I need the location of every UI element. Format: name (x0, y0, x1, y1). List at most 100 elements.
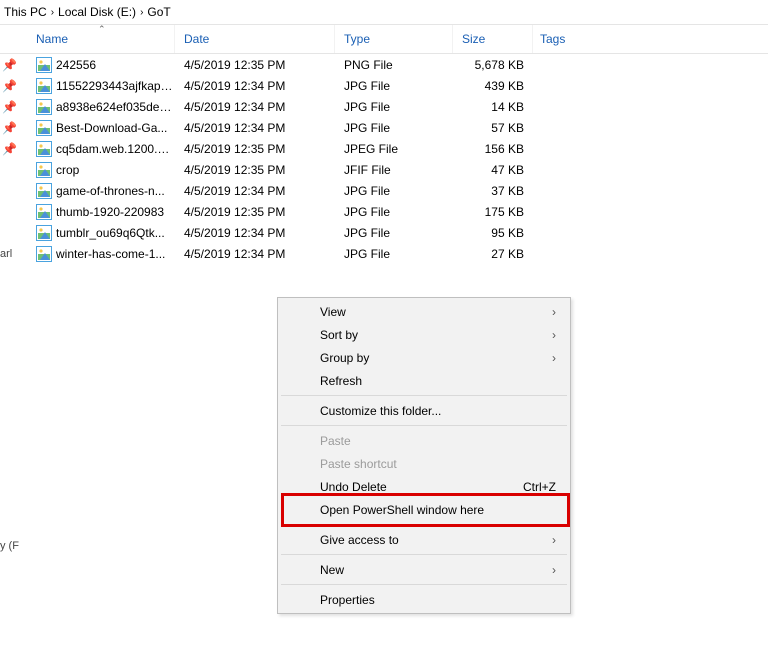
file-type: JPG File (344, 121, 452, 135)
menu-separator (281, 554, 567, 555)
table-row[interactable]: tumblr_ou69q6Qtk... 4/5/2019 12:34 PM JPG … (0, 222, 768, 243)
image-file-icon (36, 246, 52, 262)
file-date: 4/5/2019 12:34 PM (184, 121, 334, 135)
table-row[interactable]: 📌 cq5dam.web.1200.6... 4/5/2019 12:35 PM JP… (0, 138, 768, 159)
file-name[interactable]: crop (56, 163, 174, 177)
menu-group-by[interactable]: Group by› (280, 346, 568, 369)
file-date: 4/5/2019 12:34 PM (184, 247, 334, 261)
image-file-icon (36, 78, 52, 94)
sidebar-text: arl (0, 248, 19, 260)
menu-separator (281, 425, 567, 426)
sidebar-text: y (F (0, 540, 19, 552)
menu-separator (281, 395, 567, 396)
chevron-right-icon: › (552, 351, 556, 365)
file-name[interactable]: 11552293443ajfkap7... (56, 79, 174, 93)
chevron-right-icon: › (552, 563, 556, 577)
file-size: 57 KB (462, 121, 524, 135)
file-date: 4/5/2019 12:35 PM (184, 142, 334, 156)
menu-sort-by[interactable]: Sort by› (280, 323, 568, 346)
file-name[interactable]: tumblr_ou69q6Qtk... (56, 226, 174, 240)
breadcrumb-part[interactable]: Local Disk (E:) (58, 5, 136, 19)
file-size: 95 KB (462, 226, 524, 240)
table-row[interactable]: 📌 a8938e624ef035de4... 4/5/2019 12:34 PM JP… (0, 96, 768, 117)
file-name[interactable]: cq5dam.web.1200.6... (56, 142, 174, 156)
file-size: 175 KB (462, 205, 524, 219)
file-name[interactable]: a8938e624ef035de4... (56, 100, 174, 114)
image-file-icon (36, 99, 52, 115)
image-file-icon (36, 162, 52, 178)
header-type[interactable]: Type (344, 25, 453, 53)
file-date: 4/5/2019 12:35 PM (184, 205, 334, 219)
file-type: JPG File (344, 184, 452, 198)
file-size: 47 KB (462, 163, 524, 177)
file-type: JPG File (344, 79, 452, 93)
menu-paste: Paste (280, 429, 568, 452)
menu-undo-delete[interactable]: Undo DeleteCtrl+Z (280, 475, 568, 498)
image-file-icon (36, 204, 52, 220)
menu-give-access-to[interactable]: Give access to› (280, 528, 568, 551)
table-row[interactable]: thumb-1920-220983 4/5/2019 12:35 PM JPG Fi… (0, 201, 768, 222)
file-type: JPG File (344, 205, 452, 219)
menu-shortcut: Ctrl+Z (523, 480, 556, 494)
chevron-right-icon: › (140, 7, 143, 18)
file-type: JPG File (344, 247, 452, 261)
image-file-icon (36, 141, 52, 157)
menu-new[interactable]: New› (280, 558, 568, 581)
file-size: 37 KB (462, 184, 524, 198)
header-name[interactable]: Name (36, 25, 175, 53)
image-file-icon (36, 225, 52, 241)
file-name[interactable]: game-of-thrones-n... (56, 184, 174, 198)
pin-icon: 📌 (2, 142, 16, 156)
file-date: 4/5/2019 12:35 PM (184, 58, 334, 72)
breadcrumb-part[interactable]: GoT (147, 5, 170, 19)
file-name[interactable]: Best-Download-Ga... (56, 121, 174, 135)
chevron-right-icon: › (552, 328, 556, 342)
sidebar-fragment: arl y (F (0, 248, 19, 552)
file-type: JFIF File (344, 163, 452, 177)
file-date: 4/5/2019 12:34 PM (184, 226, 334, 240)
header-date[interactable]: Date (184, 25, 335, 53)
file-size: 156 KB (462, 142, 524, 156)
table-row[interactable]: game-of-thrones-n...4/5/2019 12:34 PMJPG… (0, 180, 768, 201)
menu-paste-shortcut: Paste shortcut (280, 452, 568, 475)
breadcrumb-part[interactable]: This PC (4, 5, 47, 19)
file-size: 27 KB (462, 247, 524, 261)
file-size: 5,678 KB (462, 58, 524, 72)
table-row[interactable]: 📌Best-Download-Ga...4/5/2019 12:34 PMJPG… (0, 117, 768, 138)
menu-customize-folder[interactable]: Customize this folder... (280, 399, 568, 422)
file-date: 4/5/2019 12:34 PM (184, 100, 334, 114)
image-file-icon (36, 57, 52, 73)
table-row[interactable]: 📌 11552293443ajfkap7... 4/5/2019 12:34 PM J… (0, 75, 768, 96)
pin-icon: 📌 (2, 100, 16, 114)
menu-refresh[interactable]: Refresh (280, 369, 568, 392)
table-row[interactable]: 📌 242556 4/5/2019 12:35 PM PNG File 5,678 KB (0, 54, 768, 75)
table-row[interactable]: winter-has-come-1... 4/5/2019 12:34 PM JPG… (0, 243, 768, 264)
chevron-right-icon: › (552, 305, 556, 319)
file-type: JPG File (344, 226, 452, 240)
chevron-right-icon: › (51, 7, 54, 18)
column-headers: ⌃ Name Date Type Size Tags (0, 25, 768, 54)
file-date: 4/5/2019 12:34 PM (184, 79, 334, 93)
context-menu: View› Sort by› Group by› Refresh Customi… (277, 297, 571, 614)
file-name[interactable]: winter-has-come-1... (56, 247, 174, 261)
header-tags[interactable]: Tags (540, 25, 626, 53)
header-size[interactable]: Size (462, 25, 533, 53)
image-file-icon (36, 183, 52, 199)
file-name[interactable]: 242556 (56, 58, 174, 72)
file-size: 439 KB (462, 79, 524, 93)
file-type: JPG File (344, 100, 452, 114)
menu-view[interactable]: View› (280, 300, 568, 323)
menu-separator (281, 524, 567, 525)
pin-icon: 📌 (2, 58, 16, 72)
image-file-icon (36, 120, 52, 136)
file-name[interactable]: thumb-1920-220983 (56, 205, 174, 219)
file-type: JPEG File (344, 142, 452, 156)
table-row[interactable]: crop 4/5/2019 12:35 PM JFIF File 47 KB (0, 159, 768, 180)
file-date: 4/5/2019 12:35 PM (184, 163, 334, 177)
breadcrumb[interactable]: This PC › Local Disk (E:) › GoT (0, 0, 768, 25)
pin-icon: 📌 (2, 79, 16, 93)
file-list[interactable]: 📌 242556 4/5/2019 12:35 PM PNG File 5,678 KB… (0, 54, 768, 264)
menu-properties[interactable]: Properties (280, 588, 568, 611)
menu-open-powershell[interactable]: Open PowerShell window here (280, 498, 568, 521)
file-type: PNG File (344, 58, 452, 72)
